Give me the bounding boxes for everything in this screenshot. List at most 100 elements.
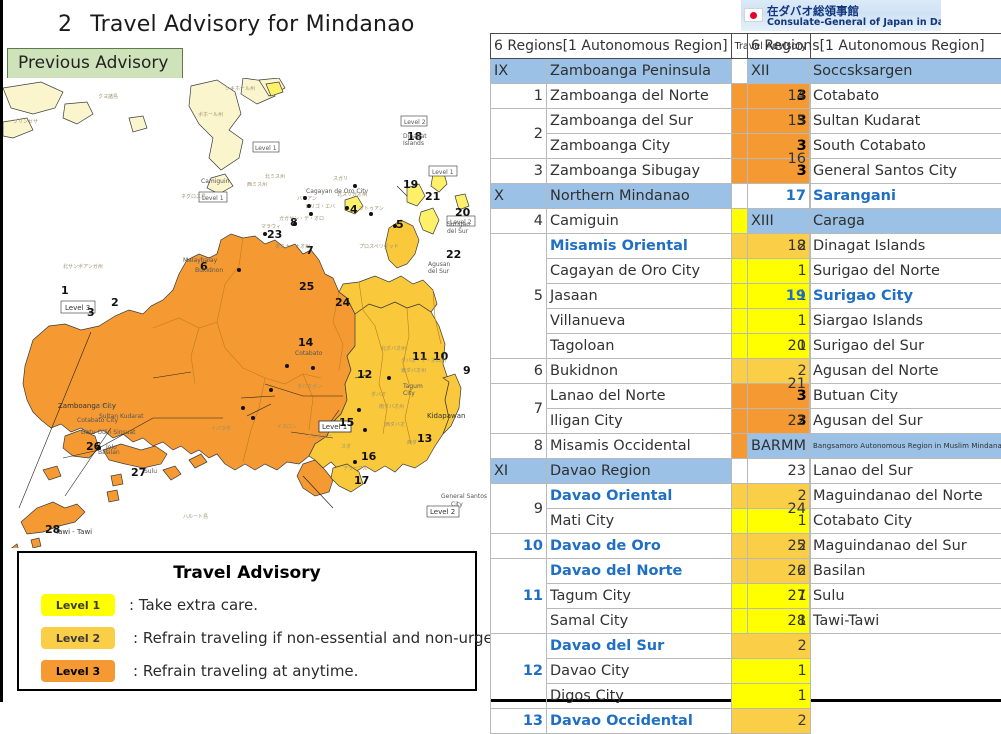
svg-text:Basilan: Basilan	[98, 449, 120, 456]
row-number: 20	[748, 334, 810, 359]
row-number: 23	[748, 459, 810, 484]
svg-text:イパラ市: イパラ市	[93, 403, 113, 410]
svg-text:ガガヤン・デ・オロ: ガガヤン・デ・オロ	[279, 215, 324, 222]
svg-text:ダバオ・デ・オロ州: ダバオ・デ・オロ州	[401, 357, 446, 364]
svg-text:ボホール州: ボホール州	[198, 111, 223, 118]
row-name: Agusan del Sur	[809, 409, 1001, 434]
legend-chip-level3: Level 3	[41, 660, 115, 682]
svg-text:西ミス州: 西ミス州	[247, 182, 267, 188]
svg-text:北スリガオ州: 北スリガオ州	[337, 191, 367, 198]
legend-text-level1: : Take extra care.	[129, 596, 258, 614]
row-number: 19	[748, 259, 810, 334]
row-name: Surigao City	[809, 284, 1001, 309]
svg-text:14: 14	[298, 336, 314, 349]
svg-text:22: 22	[446, 248, 461, 261]
mindanao-map[interactable]: .land{stroke:#3a3a3a;stroke-width:.7;} .…	[3, 78, 490, 548]
table-row: 23Lanao del Sur3	[748, 459, 1001, 484]
region-code: XIII	[748, 209, 810, 234]
svg-text:ダバオ: ダバオ	[371, 391, 386, 398]
svg-text:スガリ: スガリ	[333, 175, 348, 182]
table-row: 28Tawi-Tawi3	[748, 609, 1001, 634]
table-row: 14Cotabato3	[748, 84, 1001, 109]
svg-text:13: 13	[417, 432, 432, 445]
table-row: 20Surigao del Sur2	[748, 334, 1001, 359]
row-number: 25	[748, 534, 810, 559]
row-name: Misamis Oriental	[547, 234, 732, 259]
row-name: Villanueva	[547, 309, 732, 334]
region-code: IX	[491, 59, 547, 84]
row-name: Zamboanga Sibugay	[547, 159, 732, 184]
svg-text:5: 5	[396, 218, 404, 231]
svg-text:Level 1: Level 1	[432, 169, 454, 176]
region-code: XI	[491, 459, 547, 484]
svg-text:Camiguin: Camiguin	[201, 178, 230, 185]
row-name: Sulu	[809, 584, 1001, 609]
svg-text:シキホール州: シキホール州	[225, 86, 255, 92]
svg-text:スダ: スダ	[341, 443, 351, 450]
svg-text:東ミナ・ナオ州: 東ミナ・ナオ州	[275, 243, 310, 250]
legend-chip-level2: Level 2	[41, 627, 115, 649]
svg-text:25: 25	[299, 280, 314, 293]
row-number: 7	[491, 384, 547, 434]
region-code: XII	[748, 59, 810, 84]
svg-text:南ダバオ州: 南ダバオ州	[379, 403, 404, 410]
row-number: 2	[491, 109, 547, 159]
row-name: South Cotabato	[809, 134, 1001, 159]
legend-row-level1: Level 1 : Take extra care.	[19, 594, 475, 616]
svg-text:Cotabato: Cotabato	[295, 350, 323, 357]
row-number: 13	[491, 709, 547, 734]
row-name: Camiguin	[547, 209, 732, 234]
svg-text:マラウィ: マラウィ	[261, 223, 281, 230]
svg-text:北ダバオ州: 北ダバオ州	[381, 345, 406, 352]
row-name: Cagayan de Oro City	[547, 259, 732, 284]
svg-text:アラーフル: アラーフル	[343, 466, 368, 472]
svg-text:ブトゥアン: ブトゥアン	[359, 205, 384, 212]
row-number: 27	[748, 584, 810, 609]
svg-text:イスロン: イスロン	[277, 424, 297, 430]
table-row: 19Surigao del Norte2	[748, 259, 1001, 284]
legend-row-level3: Level 3 : Refrain traveling at anytime.	[19, 660, 475, 682]
svg-text:Surigao: Surigao	[447, 221, 470, 228]
row-name: Zamboanga del Norte	[547, 84, 732, 109]
svg-text:21: 21	[425, 190, 440, 203]
svg-text:Sulu: Sulu	[144, 468, 157, 475]
row-number: 14	[748, 84, 810, 109]
advisory-table-right-body: 6 Regions[1 Autonomous Region]Travel Adv…	[747, 33, 1001, 634]
row-name: Digos City	[547, 684, 732, 709]
row-number: 11	[491, 559, 547, 634]
row-number: 8	[491, 434, 547, 459]
row-level: 1	[731, 684, 810, 709]
row-name: Iligan City	[547, 409, 732, 434]
row-number: 22	[748, 409, 810, 434]
row-name: Davao Oriental	[547, 484, 732, 509]
row-name: Davao del Sur	[547, 634, 732, 659]
svg-text:プロスペリダッド: プロスペリダッド	[359, 243, 399, 250]
legend-title: Travel Advisory	[19, 563, 475, 583]
row-name: Davao del Norte	[547, 559, 732, 584]
svg-text:del Sur: del Sur	[447, 228, 469, 235]
row-name: Zamboanga City	[547, 134, 732, 159]
left-panel: 2Travel Advisory for Mindanao Previous A…	[3, 0, 490, 702]
svg-text:9: 9	[463, 364, 471, 377]
svg-text:17: 17	[354, 474, 369, 487]
table-row: 26Basilan3	[748, 559, 1001, 584]
svg-text:Level 1: Level 1	[255, 145, 277, 152]
svg-text:Tagum: Tagum	[402, 383, 423, 390]
svg-text:ブルダリー: ブルダリー	[307, 433, 332, 440]
svg-text:Kidapawan: Kidapawan	[427, 412, 465, 420]
japan-flag-icon	[744, 8, 763, 22]
svg-text:15: 15	[339, 416, 354, 429]
row-name: Agusan del Norte	[809, 359, 1001, 384]
row-name: Zamboanga del Sur	[547, 109, 732, 134]
row-number: 18	[748, 234, 810, 259]
svg-text:3: 3	[87, 306, 95, 319]
row-number: 16	[748, 134, 810, 184]
region-code: BARMM	[748, 434, 810, 459]
table-region-row: XIIICaraga	[748, 209, 1001, 234]
svg-text:Agusan: Agusan	[428, 261, 451, 268]
previous-advisory-button[interactable]: Previous Advisory	[7, 48, 183, 79]
table-row: 15Sultan Kudarat3	[748, 109, 1001, 134]
row-name: Lanao del Sur	[809, 459, 1001, 484]
row-number: 6	[491, 359, 547, 384]
slide-root: 2Travel Advisory for Mindanao Previous A…	[0, 0, 1001, 702]
